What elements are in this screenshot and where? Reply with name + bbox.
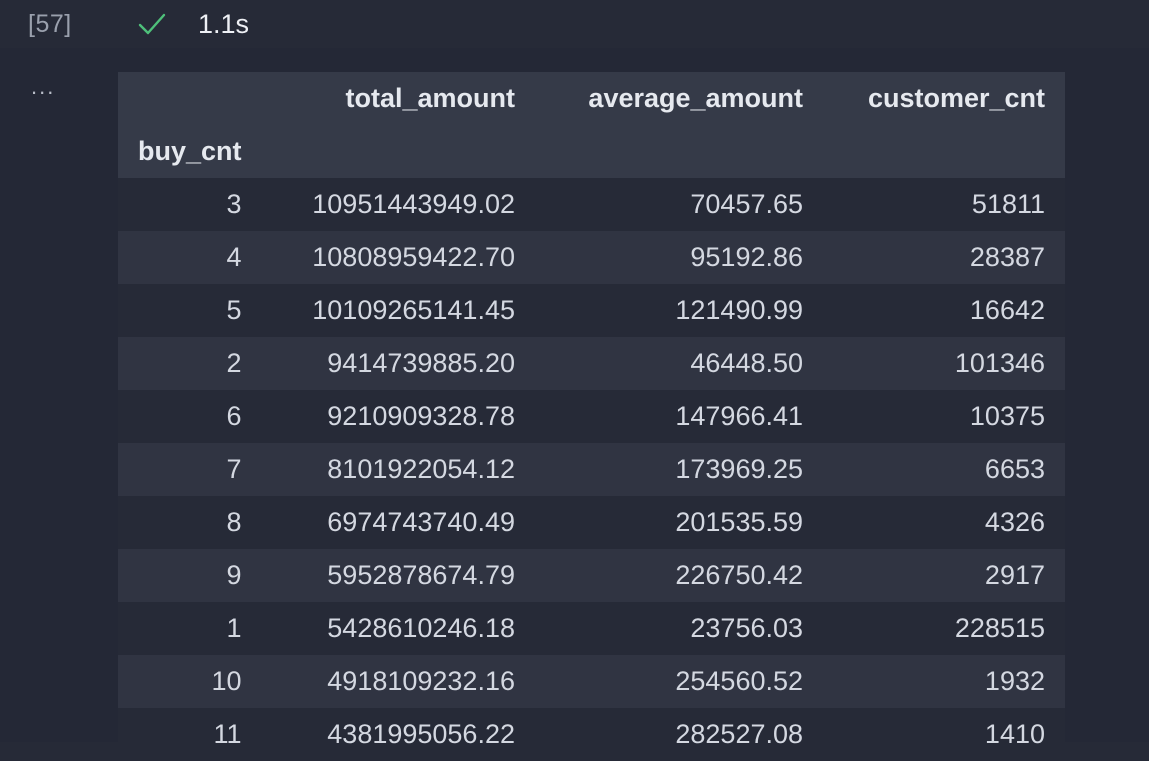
cell-average-amount: 254560.52 [675,666,804,696]
cell-customer-cnt: 10375 [969,401,1045,431]
table-row: 5 10109265141.45 121490.99 16642 [118,284,1065,337]
table-body: 3 10951443949.02 70457.65 51811 4 108089… [118,178,1065,761]
cell-average-amount: 70457.65 [690,189,804,219]
row-index: 1 [226,613,242,643]
cell-total-amount: 4918109232.16 [327,666,515,696]
cell-customer-cnt: 228515 [954,613,1045,643]
cell-total-amount: 9414739885.20 [327,348,515,378]
empty-header-cell [823,125,1065,178]
cell-average-amount: 173969.25 [675,454,804,484]
execution-count: [57] [28,10,72,38]
ellipsis-icon[interactable]: ... [31,76,55,98]
cell-customer-cnt: 28387 [969,242,1045,272]
cell-customer-cnt: 1410 [984,719,1045,749]
cell-header: [57] 1.1s [0,0,1149,48]
index-header-blank [118,72,262,125]
dataframe-table: total_amount average_amount customer_cnt… [118,72,1065,761]
cell-customer-cnt: 4326 [984,507,1045,537]
cell-total-amount: 5952878674.79 [327,560,515,590]
cell-total-amount: 8101922054.12 [327,454,515,484]
cell-total-amount: 4381995056.22 [327,719,515,749]
index-name-header: buy_cnt [138,136,242,166]
table-row: 8 6974743740.49 201535.59 4326 [118,496,1065,549]
cell-average-amount: 201535.59 [675,507,804,537]
empty-header-cell [262,125,535,178]
row-index: 5 [226,295,242,325]
row-index: 9 [226,560,242,590]
cell-total-amount: 9210909328.78 [327,401,515,431]
cell-average-amount: 95192.86 [690,242,804,272]
table-row: 11 4381995056.22 282527.08 1410 [118,708,1065,761]
column-header-total-amount: total_amount [345,83,515,113]
index-name-row: buy_cnt [118,125,1065,178]
cell-customer-cnt: 51811 [971,189,1045,219]
empty-header-cell [535,125,823,178]
table-row: 10 4918109232.16 254560.52 1932 [118,655,1065,708]
table-row: 4 10808959422.70 95192.86 28387 [118,231,1065,284]
column-header-average-amount: average_amount [588,83,804,113]
row-index: 2 [226,348,242,378]
column-header-row: total_amount average_amount customer_cnt [118,72,1065,125]
cell-output: ... total_amount average_amount customer… [0,48,1149,761]
cell-average-amount: 226750.42 [675,560,804,590]
table-row: 1 5428610246.18 23756.03 228515 [118,602,1065,655]
cell-average-amount: 121490.99 [675,295,804,325]
cell-total-amount: 6974743740.49 [327,507,515,537]
cell-average-amount: 23756.03 [690,613,804,643]
cell-customer-cnt: 101346 [954,348,1045,378]
check-icon [138,13,166,35]
table-row: 9 5952878674.79 226750.42 2917 [118,549,1065,602]
cell-total-amount: 10808959422.70 [312,242,515,272]
table-row: 2 9414739885.20 46448.50 101346 [118,337,1065,390]
cell-customer-cnt: 16642 [969,295,1045,325]
row-index: 8 [226,507,242,537]
cell-total-amount: 5428610246.18 [327,613,515,643]
row-index: 7 [226,454,242,484]
cell-average-amount: 282527.08 [675,719,804,749]
row-index: 3 [226,189,242,219]
cell-total-amount: 10951443949.02 [312,189,515,219]
row-index: 4 [226,242,242,272]
cell-average-amount: 147966.41 [675,401,804,431]
table-row: 7 8101922054.12 173969.25 6653 [118,443,1065,496]
table-row: 6 9210909328.78 147966.41 10375 [118,390,1065,443]
execution-time: 1.1s [198,9,250,39]
cell-customer-cnt: 6653 [984,454,1045,484]
row-index: 10 [211,666,242,696]
cell-customer-cnt: 1932 [984,666,1045,696]
row-index: 11 [213,719,242,749]
table-row: 3 10951443949.02 70457.65 51811 [118,178,1065,231]
row-index: 6 [226,401,242,431]
cell-total-amount: 10109265141.45 [312,295,515,325]
cell-customer-cnt: 2917 [984,560,1045,590]
cell-average-amount: 46448.50 [690,348,804,378]
column-header-customer-cnt: customer_cnt [867,83,1045,113]
